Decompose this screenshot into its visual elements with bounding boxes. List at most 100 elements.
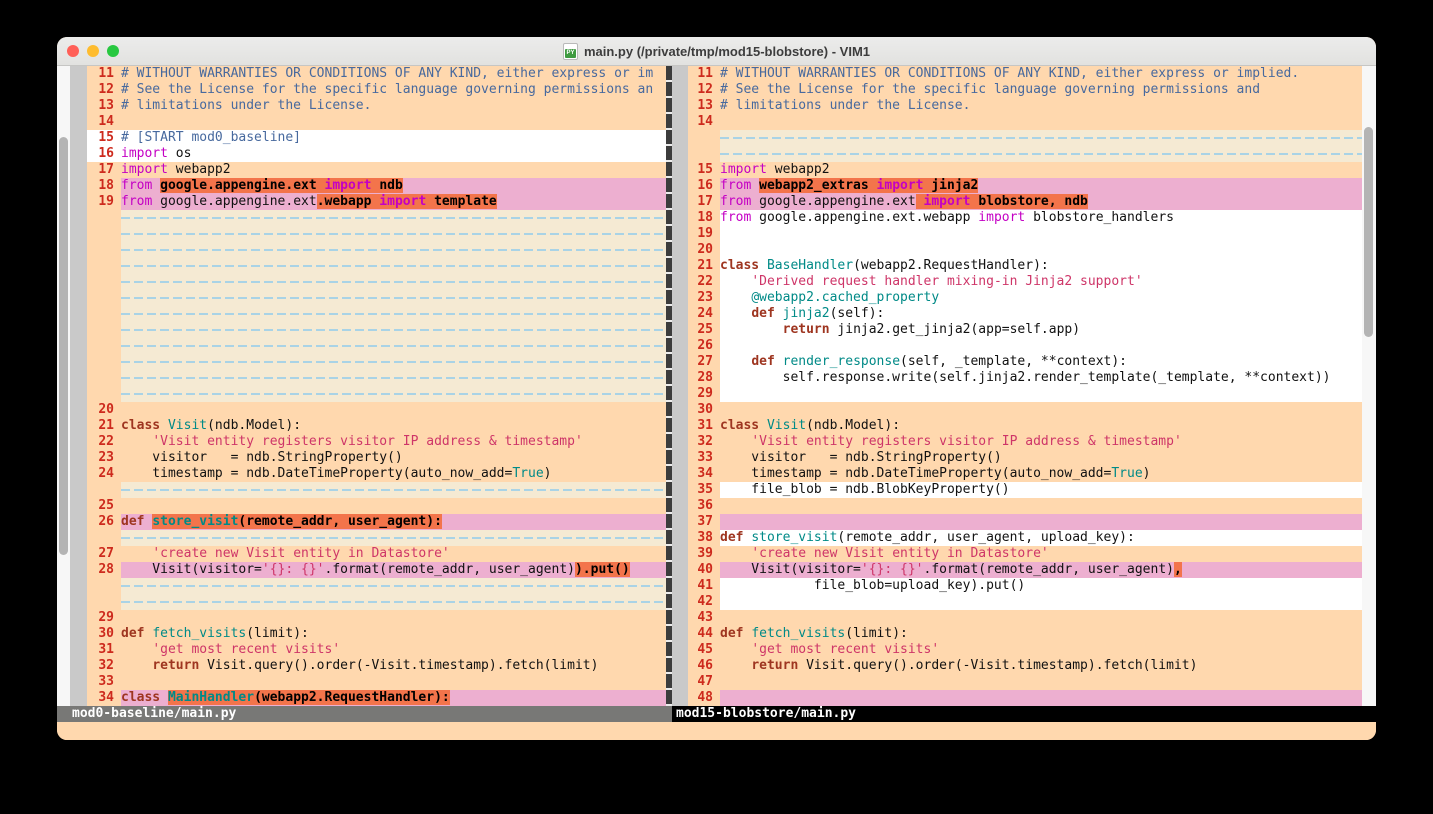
code-line[interactable]: 23 visitor = ndb.StringProperty() <box>87 450 666 466</box>
left-diff-pane[interactable]: 11# WITHOUT WARRANTIES OR CONDITIONS OF … <box>70 66 666 706</box>
code-line[interactable]: 20 <box>87 402 666 418</box>
right-code-area[interactable]: 11# WITHOUT WARRANTIES OR CONDITIONS OF … <box>688 66 1362 706</box>
filler-line[interactable] <box>87 242 666 258</box>
code-line[interactable]: 23 @webapp2.cached_property <box>688 290 1362 306</box>
code-line[interactable]: 43 <box>688 610 1362 626</box>
code-line[interactable]: 14 <box>87 114 666 130</box>
code-line[interactable]: 17from google.appengine.ext import blobs… <box>688 194 1362 210</box>
filler-line[interactable] <box>87 322 666 338</box>
code-line[interactable]: 32 return Visit.query().order(-Visit.tim… <box>87 658 666 674</box>
code-line[interactable]: 15# [START mod0_baseline] <box>87 130 666 146</box>
code-line[interactable]: 37 <box>688 514 1362 530</box>
filler-line[interactable] <box>87 210 666 226</box>
close-button[interactable] <box>67 45 79 57</box>
code-text <box>121 226 666 242</box>
code-line[interactable]: 28 self.response.write(self.jinja2.rende… <box>688 370 1362 386</box>
code-line[interactable]: 29 <box>87 610 666 626</box>
code-line[interactable]: 19 <box>688 226 1362 242</box>
code-line[interactable]: 31class Visit(ndb.Model): <box>688 418 1362 434</box>
filler-line[interactable] <box>87 290 666 306</box>
code-line[interactable]: 20 <box>688 242 1362 258</box>
code-line[interactable]: 36 <box>688 498 1362 514</box>
code-line[interactable]: 32 'Visit entity registers visitor IP ad… <box>688 434 1362 450</box>
code-line[interactable]: 16from webapp2_extras import jinja2 <box>688 178 1362 194</box>
code-line[interactable]: 34class MainHandler(webapp2.RequestHandl… <box>87 690 666 706</box>
code-line[interactable]: 48 <box>688 690 1362 706</box>
code-line[interactable]: 31 'get most recent visits' <box>87 642 666 658</box>
code-line[interactable]: 21class Visit(ndb.Model): <box>87 418 666 434</box>
code-line[interactable]: 33 <box>87 674 666 690</box>
filler-line[interactable] <box>87 530 666 546</box>
code-line[interactable]: 26def store_visit(remote_addr, user_agen… <box>87 514 666 530</box>
code-line[interactable]: 19from google.appengine.ext.webapp impor… <box>87 194 666 210</box>
code-line[interactable]: 13# limitations under the License. <box>688 98 1362 114</box>
filler-line[interactable] <box>87 274 666 290</box>
code-line[interactable]: 33 visitor = ndb.StringProperty() <box>688 450 1362 466</box>
code-line[interactable]: 26 <box>688 338 1362 354</box>
code-text: # limitations under the License. <box>121 98 666 114</box>
left-scrollbar-thumb[interactable] <box>59 137 68 555</box>
code-line[interactable]: 39 'create new Visit entity in Datastore… <box>688 546 1362 562</box>
line-number: 30 <box>688 402 720 418</box>
left-code-area[interactable]: 11# WITHOUT WARRANTIES OR CONDITIONS OF … <box>87 66 666 706</box>
right-scrollbar-thumb[interactable] <box>1364 127 1373 337</box>
code-line[interactable]: 12# See the License for the specific lan… <box>87 82 666 98</box>
filler-line[interactable] <box>87 370 666 386</box>
right-scrollbar[interactable] <box>1362 66 1376 706</box>
code-line[interactable]: 21class BaseHandler(webapp2.RequestHandl… <box>688 258 1362 274</box>
filler-line[interactable] <box>87 306 666 322</box>
code-line[interactable]: 35 file_blob = ndb.BlobKeyProperty() <box>688 482 1362 498</box>
filler-line[interactable] <box>87 354 666 370</box>
left-scrollbar[interactable] <box>57 66 70 706</box>
command-line-area[interactable] <box>57 722 1376 740</box>
filler-line[interactable] <box>87 386 666 402</box>
filler-line[interactable] <box>87 226 666 242</box>
window-titlebar[interactable]: PY main.py (/private/tmp/mod15-blobstore… <box>57 37 1376 66</box>
code-line[interactable]: 29 <box>688 386 1362 402</box>
filler-line[interactable] <box>87 258 666 274</box>
code-line[interactable]: 17import webapp2 <box>87 162 666 178</box>
code-line[interactable]: 42 <box>688 594 1362 610</box>
code-line[interactable]: 18from google.appengine.ext import ndb <box>87 178 666 194</box>
code-line[interactable]: 16import os <box>87 146 666 162</box>
code-line[interactable]: 11# WITHOUT WARRANTIES OR CONDITIONS OF … <box>688 66 1362 82</box>
code-line[interactable]: 11# WITHOUT WARRANTIES OR CONDITIONS OF … <box>87 66 666 82</box>
filler-line[interactable] <box>87 594 666 610</box>
code-line[interactable]: 12# See the License for the specific lan… <box>688 82 1362 98</box>
code-line[interactable]: 18from google.appengine.ext.webapp impor… <box>688 210 1362 226</box>
code-text: # WITHOUT WARRANTIES OR CONDITIONS OF AN… <box>121 66 666 82</box>
right-diff-pane[interactable]: 11# WITHOUT WARRANTIES OR CONDITIONS OF … <box>672 66 1362 706</box>
code-line[interactable]: 41 file_blob=upload_key).put() <box>688 578 1362 594</box>
code-line[interactable]: 30 <box>688 402 1362 418</box>
code-line[interactable]: 22 'Visit entity registers visitor IP ad… <box>87 434 666 450</box>
code-line[interactable]: 27 'create new Visit entity in Datastore… <box>87 546 666 562</box>
line-number: 13 <box>688 98 720 114</box>
filler-line[interactable] <box>688 130 1362 146</box>
code-line[interactable]: 34 timestamp = ndb.DateTimeProperty(auto… <box>688 466 1362 482</box>
code-line[interactable]: 25 return jinja2.get_jinja2(app=self.app… <box>688 322 1362 338</box>
minimize-button[interactable] <box>87 45 99 57</box>
code-line[interactable]: 22 'Derived request handler mixing-in Ji… <box>688 274 1362 290</box>
code-line[interactable]: 44def fetch_visits(limit): <box>688 626 1362 642</box>
code-text: # [START mod0_baseline] <box>121 130 666 146</box>
zoom-button[interactable] <box>107 45 119 57</box>
code-line[interactable]: 38def store_visit(remote_addr, user_agen… <box>688 530 1362 546</box>
filler-line[interactable] <box>688 146 1362 162</box>
code-line[interactable]: 27 def render_response(self, _template, … <box>688 354 1362 370</box>
code-line[interactable]: 47 <box>688 674 1362 690</box>
code-line[interactable]: 13# limitations under the License. <box>87 98 666 114</box>
code-line[interactable]: 24 timestamp = ndb.DateTimeProperty(auto… <box>87 466 666 482</box>
code-line[interactable]: 14 <box>688 114 1362 130</box>
code-line[interactable]: 25 <box>87 498 666 514</box>
code-line[interactable]: 45 'get most recent visits' <box>688 642 1362 658</box>
code-line[interactable]: 46 return Visit.query().order(-Visit.tim… <box>688 658 1362 674</box>
code-line[interactable]: 30def fetch_visits(limit): <box>87 626 666 642</box>
code-line[interactable]: 15import webapp2 <box>688 162 1362 178</box>
filler-line[interactable] <box>87 482 666 498</box>
code-line[interactable]: 24 def jinja2(self): <box>688 306 1362 322</box>
filler-line[interactable] <box>87 578 666 594</box>
code-line[interactable]: 40 Visit(visitor='{}: {}'.format(remote_… <box>688 562 1362 578</box>
filler-line[interactable] <box>87 338 666 354</box>
code-text <box>720 146 1362 162</box>
code-line[interactable]: 28 Visit(visitor='{}: {}'.format(remote_… <box>87 562 666 578</box>
